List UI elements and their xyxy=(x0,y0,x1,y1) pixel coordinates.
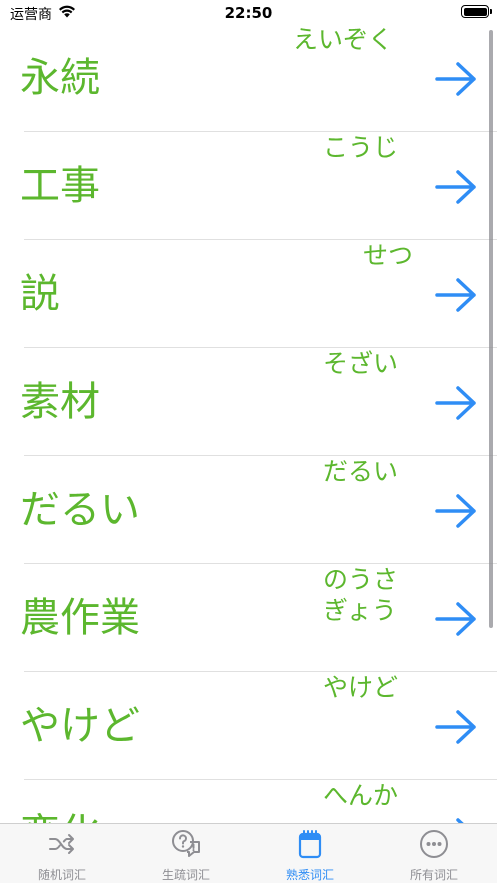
word-kanji: やけど xyxy=(20,703,140,749)
tab-label: 所有词汇 xyxy=(409,868,458,882)
battery-cap xyxy=(490,9,492,14)
scrollbar[interactable] xyxy=(489,30,493,628)
word-row[interactable]: のうさぎょう 農作業 xyxy=(0,564,497,672)
word-kanji: 説 xyxy=(20,271,60,317)
word-row[interactable]: へんか 変化 xyxy=(0,780,497,823)
tab-random-words[interactable]: 随机词汇 xyxy=(0,824,124,883)
word-reading: えいぞく xyxy=(293,25,394,54)
status-bar: 运营商 22:50 xyxy=(0,0,497,26)
word-row[interactable]: えいぞく 永続 xyxy=(0,24,497,132)
word-row[interactable]: せつ 説 xyxy=(0,240,497,348)
word-reading: せつ xyxy=(362,241,413,270)
word-kanji: 素材 xyxy=(20,379,100,425)
word-kanji: 農作業 xyxy=(20,595,140,641)
word-reading: のうさぎょう xyxy=(323,565,399,625)
word-reading: へんか xyxy=(323,781,399,810)
tab-label: 随机词汇 xyxy=(37,868,86,882)
word-row[interactable]: そざい 素材 xyxy=(0,348,497,456)
tab-unfamiliar-words[interactable]: 生疏词汇 xyxy=(124,824,248,883)
word-kanji: だるい xyxy=(20,487,140,533)
arrow-right-icon[interactable] xyxy=(434,60,478,98)
arrow-right-icon[interactable] xyxy=(434,168,478,206)
arrow-right-icon[interactable] xyxy=(434,276,478,314)
word-row[interactable]: こうじ 工事 xyxy=(0,132,497,240)
word-reading: こうじ xyxy=(323,133,399,162)
word-kanji: 変化 xyxy=(20,810,100,823)
tab-familiar-words[interactable]: 熟悉词汇 xyxy=(248,824,372,883)
tab-label: 熟悉词汇 xyxy=(285,868,334,882)
arrow-right-icon[interactable] xyxy=(434,492,478,530)
word-kanji: 永続 xyxy=(20,55,100,101)
clock: 22:50 xyxy=(224,4,273,22)
more-dots-icon xyxy=(420,830,448,858)
notepad-icon xyxy=(298,830,322,859)
battery-icon xyxy=(461,5,489,18)
tab-label: 生疏词汇 xyxy=(161,868,210,882)
word-row[interactable]: だるい だるい xyxy=(0,456,497,564)
word-reading: やけど xyxy=(323,673,399,702)
word-reading: そざい xyxy=(323,349,399,378)
word-row[interactable]: やけど やけど xyxy=(0,672,497,780)
arrow-right-icon[interactable] xyxy=(434,600,478,638)
arrow-right-icon[interactable] xyxy=(434,384,478,422)
tab-all-words[interactable]: 所有词汇 xyxy=(372,824,496,883)
shuffle-icon xyxy=(49,834,74,854)
tab-bar: 随机词汇 生疏词汇 熟悉词汇 所有词汇 xyxy=(0,823,497,883)
word-kanji: 工事 xyxy=(20,163,100,209)
arrow-right-icon[interactable] xyxy=(434,708,478,746)
word-list[interactable]: えいぞく 永続 こうじ 工事 せつ 説 そざい 素材 だるい だるい のうさぎょ… xyxy=(0,24,497,823)
word-reading: だるい xyxy=(323,457,399,486)
question-bubble-icon xyxy=(172,830,200,857)
arrow-right-icon[interactable] xyxy=(434,816,478,823)
